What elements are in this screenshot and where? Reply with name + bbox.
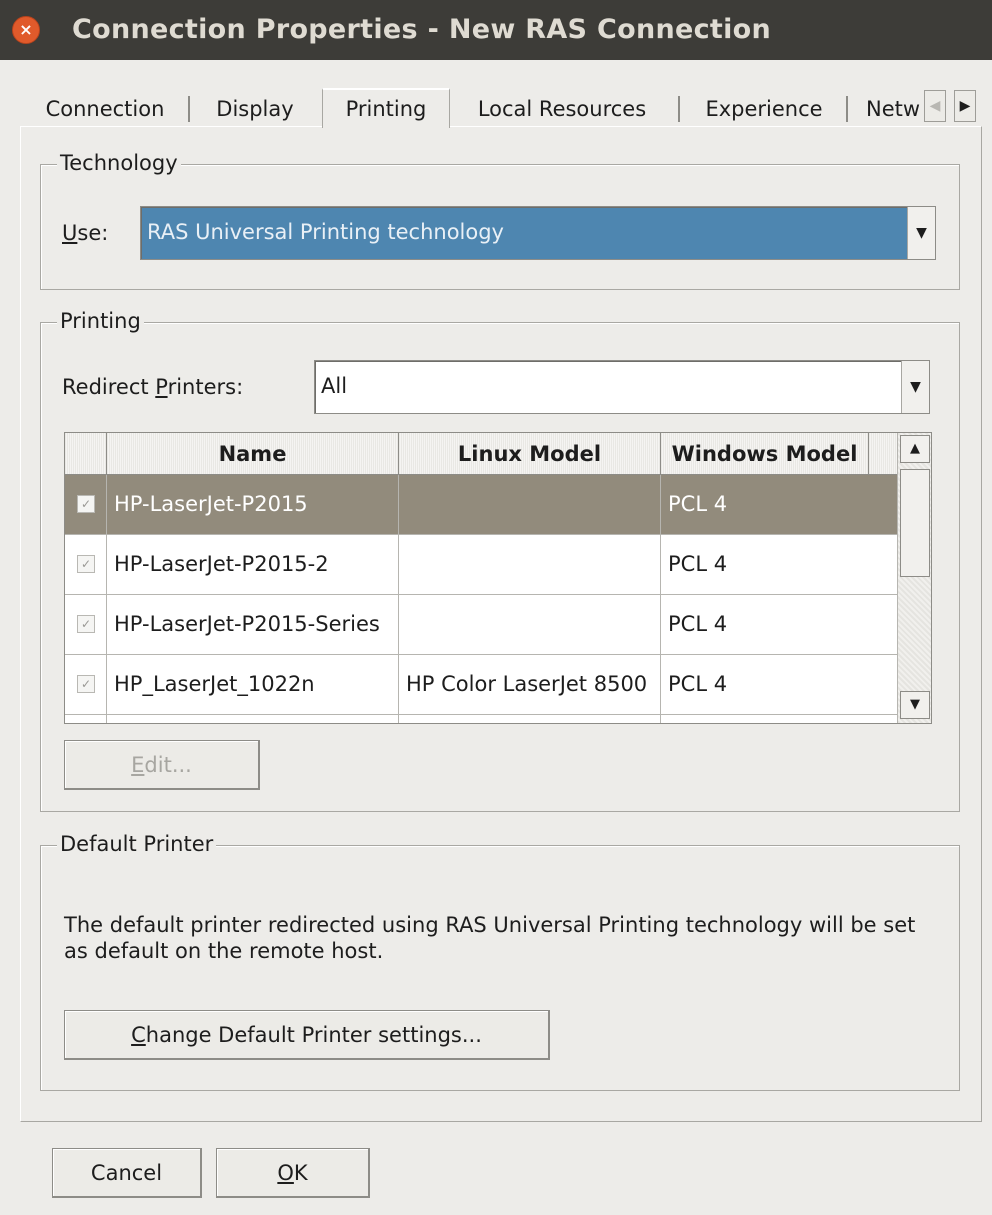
table-row[interactable]: ✓ HP_LaserJet_1022n HP Color LaserJet 85…: [65, 655, 897, 715]
edit-mnemonic: E: [131, 753, 145, 777]
default-printer-description: The default printer redirected using RAS…: [64, 913, 916, 963]
printers-table: Name Linux Model Windows Model ✓ HP-Lase…: [64, 432, 932, 724]
printer-name: HP-LaserJet-P2015: [107, 475, 399, 534]
printer-checkbox[interactable]: ✓: [77, 675, 95, 693]
column-header-name[interactable]: Name: [107, 433, 399, 475]
row-check-cell: ✓: [65, 475, 107, 534]
redirect-printers-label: Redirect Printers:: [62, 374, 243, 400]
table-header: Name Linux Model Windows Model: [65, 433, 897, 475]
printer-windows-model: PCL 4: [668, 672, 728, 696]
chevron-down-icon[interactable]: ▼: [901, 361, 929, 413]
title-bar: × Connection Properties - New RAS Connec…: [0, 0, 992, 60]
row-check-cell: ✓: [65, 595, 107, 654]
redirect-label-after: rinters:: [167, 375, 244, 399]
tab-network[interactable]: Netw: [866, 92, 926, 126]
printer-name: HP_LaserJet_1022n: [107, 655, 399, 714]
row-check-cell: ✓: [65, 535, 107, 594]
printer-windows-model: PCL 4: [668, 552, 728, 576]
tab-scroll-right-icon[interactable]: ▶: [954, 90, 976, 122]
tab-separator: [678, 96, 680, 122]
use-label: Use:: [62, 220, 108, 246]
default-printer-legend: Default Printer: [57, 831, 217, 857]
tab-connection[interactable]: Connection: [28, 92, 182, 126]
column-header-check[interactable]: [65, 433, 107, 475]
redirect-label-mnemonic: P: [155, 375, 168, 399]
tab-printing[interactable]: Printing: [322, 88, 450, 128]
tab-separator: [846, 96, 848, 122]
printer-windows-model: PCL 4: [668, 492, 728, 516]
tab-separator: [188, 96, 190, 122]
printer-checkbox[interactable]: ✓: [77, 555, 95, 573]
printing-legend: Printing: [57, 308, 144, 334]
ok-button[interactable]: OK: [216, 1148, 370, 1198]
tab-experience[interactable]: Experience: [688, 92, 840, 126]
close-icon[interactable]: ×: [12, 16, 40, 44]
edit-label-rest: dit...: [144, 753, 192, 777]
printer-name: HP-LaserJet-P2015-2: [107, 535, 399, 594]
tab-display[interactable]: Display: [198, 92, 312, 126]
printer-linux-model: [399, 595, 661, 654]
printer-name: [107, 715, 399, 723]
tab-local-resources[interactable]: Local Resources: [462, 92, 662, 126]
table-scrollbar[interactable]: ▲ ▼: [897, 433, 931, 723]
scroll-down-icon[interactable]: ▼: [900, 691, 930, 719]
edit-button[interactable]: Edit...: [64, 740, 260, 790]
redirect-printers-select[interactable]: All ▼: [314, 360, 930, 414]
table-row[interactable]: ✓ HP-LaserJet-P2015 PCL 4: [65, 475, 897, 535]
column-header-windows-model[interactable]: Windows Model: [661, 433, 869, 475]
redirect-printers-value: All: [321, 374, 348, 398]
tab-bar: Connection Display Printing Local Resour…: [20, 88, 982, 128]
redirect-label-before: Redirect: [62, 375, 156, 399]
printer-name: HP-LaserJet-P2015-Series: [107, 595, 399, 654]
printer-linux-model: [399, 475, 661, 534]
change-label-rest: hange Default Printer settings...: [145, 1023, 482, 1047]
window-title: Connection Properties - New RAS Connecti…: [72, 14, 772, 45]
printer-linux-model: [399, 535, 661, 594]
change-mnemonic: C: [131, 1023, 146, 1047]
table-row[interactable]: ✓ HP-LaserJet-P2015-2 PCL 4: [65, 535, 897, 595]
change-default-printer-button[interactable]: Change Default Printer settings...: [64, 1010, 550, 1060]
table-row[interactable]: ✓ HP-LaserJet-P2015-Series PCL 4: [65, 595, 897, 655]
scrollbar-thumb[interactable]: [900, 469, 930, 577]
chevron-down-icon[interactable]: ▼: [907, 207, 935, 259]
ok-mnemonic: O: [277, 1161, 294, 1185]
printer-windows-model: PCL 4: [668, 612, 728, 636]
row-check-cell: [65, 715, 107, 723]
printer-linux-model: HP Color LaserJet 8500: [399, 655, 661, 714]
scroll-up-icon[interactable]: ▲: [900, 435, 930, 463]
tab-scroll-left-icon[interactable]: ◀: [924, 90, 946, 122]
column-header-linux-model[interactable]: Linux Model: [399, 433, 661, 475]
printer-checkbox[interactable]: ✓: [77, 495, 95, 513]
technology-select-value: RAS Universal Printing technology: [147, 220, 504, 244]
technology-legend: Technology: [57, 150, 181, 176]
technology-select[interactable]: RAS Universal Printing technology ▼: [140, 206, 936, 260]
use-mnemonic: U: [62, 221, 78, 245]
ok-label-rest: K: [293, 1161, 308, 1185]
use-label-rest: se:: [77, 221, 109, 245]
cancel-button[interactable]: Cancel: [52, 1148, 202, 1198]
table-row[interactable]: [65, 715, 897, 723]
printer-linux-model: [399, 715, 661, 723]
row-check-cell: ✓: [65, 655, 107, 714]
printer-checkbox[interactable]: ✓: [77, 615, 95, 633]
